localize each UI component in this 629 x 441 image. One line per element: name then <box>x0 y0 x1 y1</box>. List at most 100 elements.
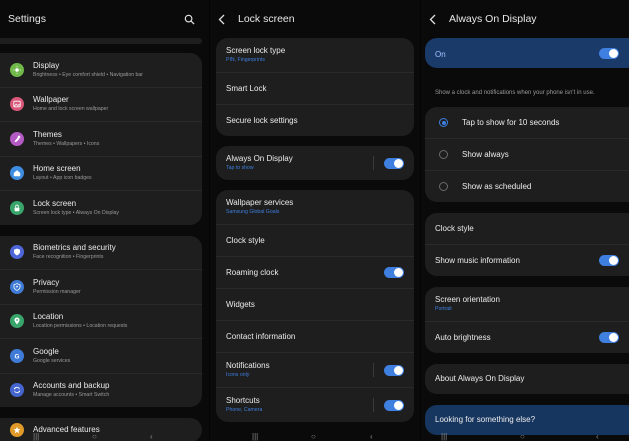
lock-item-texts: Screen lock type PIN, Fingerprints <box>226 46 404 64</box>
back-arrow-icon[interactable] <box>218 13 230 25</box>
sun-icon <box>10 62 24 77</box>
aod-options-card: Tap to show for 10 seconds Show always Sho… <box>425 107 629 202</box>
aod-item-clock-style[interactable]: Clock style <box>425 213 629 245</box>
radio-button[interactable] <box>439 182 448 191</box>
lock-item-texts: Widgets <box>226 300 404 310</box>
aod-item-auto-brightness[interactable]: Auto brightness <box>425 322 629 353</box>
lock-item-smart-lock[interactable]: Smart Lock <box>216 73 414 105</box>
home-nav-icon[interactable]: ○ <box>92 433 97 441</box>
settings-item-label: Lock screen <box>33 198 77 208</box>
aod-toggle[interactable] <box>599 47 619 59</box>
divider <box>373 398 374 412</box>
settings-item-texts: Google Google services <box>33 347 192 365</box>
back-nav-icon[interactable]: ‹ <box>596 433 599 441</box>
back-arrow-icon[interactable] <box>429 13 441 25</box>
settings-item-lock-screen[interactable]: Lock screen Screen lock type • Always On … <box>0 191 202 225</box>
aod-item-screen-orientation[interactable]: Screen orientation Portrait <box>425 287 629 322</box>
toggle-switch[interactable] <box>599 255 619 266</box>
google-icon: G <box>10 348 24 363</box>
privacy-icon <box>10 279 24 294</box>
aod-option[interactable]: Tap to show for 10 seconds <box>425 107 629 139</box>
settings-header: Settings <box>0 0 209 38</box>
back-nav-icon[interactable]: ‹ <box>150 433 153 441</box>
looking-label: Looking for something else? <box>435 415 536 424</box>
toggle-switch[interactable] <box>599 332 619 343</box>
toggle-switch[interactable] <box>384 267 404 278</box>
recents-icon[interactable]: ||| <box>441 433 447 441</box>
settings-item-texts: Privacy Permission manager <box>33 278 192 296</box>
lock-item-texts: Shortcuts Phone, Camera <box>226 396 373 414</box>
settings-item-privacy[interactable]: Privacy Permission manager <box>0 270 202 305</box>
radio-button[interactable] <box>439 118 448 127</box>
lock-item-label: Contact information <box>226 331 296 341</box>
settings-item-wallpaper[interactable]: Wallpaper Home and lock screen wallpaper <box>0 88 202 122</box>
settings-item-themes[interactable]: Themes Themes • Wallpapers • Icons <box>0 122 202 157</box>
aod-item-texts: Screen orientation Portrait <box>435 295 619 313</box>
settings-item-location[interactable]: Location Location permissions • Location … <box>0 305 202 339</box>
aod-option-texts: Show always <box>462 150 619 160</box>
lock-item-subtitle: PIN, Fingerprints <box>226 57 265 63</box>
settings-item-subtitle: Location permissions • Location requests <box>33 323 128 330</box>
lock-item-always-on-display[interactable]: Always On Display Tap to show <box>216 146 414 180</box>
back-nav-icon[interactable]: ‹ <box>370 433 373 441</box>
aod-item-show-music-information[interactable]: Show music information <box>425 245 629 276</box>
aod-on-label: On <box>435 50 446 59</box>
about-aod-label: About Always On Display <box>435 374 525 383</box>
lock-screen-header: Lock screen <box>210 0 420 38</box>
aod-clock-card: Clock style Show music information <box>425 213 629 276</box>
toggle-switch[interactable] <box>384 364 404 376</box>
aod-item-label: Clock style <box>435 223 474 233</box>
settings-item-google[interactable]: G Google Google services <box>0 339 202 374</box>
aod-option[interactable]: Show as scheduled <box>425 171 629 202</box>
recents-icon[interactable]: ||| <box>33 433 39 441</box>
lock-item-subtitle: Icons only <box>226 372 250 378</box>
settings-item-subtitle: Google services <box>33 357 71 364</box>
lock-item-contact-information[interactable]: Contact information <box>216 321 414 353</box>
settings-item-label: Home screen <box>33 164 81 174</box>
settings-item-subtitle: Brightness • Eye comfort shield • Naviga… <box>33 71 144 78</box>
looking-card[interactable]: Looking for something else? <box>425 405 629 435</box>
aod-option-label: Show always <box>462 149 509 159</box>
toggle-switch[interactable] <box>384 399 404 411</box>
lock-screen-card: Screen lock type PIN, Fingerprints Smart L… <box>216 38 414 136</box>
lock-icon <box>10 200 24 215</box>
settings-item-texts: Accounts and backup Manage accounts • Sma… <box>33 381 192 399</box>
page-title: Settings <box>8 13 46 25</box>
lock-item-notifications[interactable]: Notifications Icons only <box>216 353 414 388</box>
settings-item-subtitle: Layout • App icon badges <box>33 175 92 182</box>
settings-item-label: Wallpaper <box>33 95 69 105</box>
lock-item-texts: Always On Display Tap to show <box>226 154 373 172</box>
about-aod-item[interactable]: About Always On Display <box>425 364 629 394</box>
radio-button[interactable] <box>439 150 448 159</box>
home-icon <box>10 166 24 181</box>
lock-item-subtitle: Phone, Camera <box>226 407 263 413</box>
settings-item-display[interactable]: Display Brightness • Eye comfort shield •… <box>0 53 202 88</box>
aod-about-card[interactable]: About Always On Display <box>425 364 629 394</box>
settings-card: Display Brightness • Eye comfort shield •… <box>0 53 202 225</box>
recents-icon[interactable]: ||| <box>252 433 258 441</box>
aod-item-texts: Auto brightness <box>435 333 599 343</box>
lock-item-widgets[interactable]: Widgets <box>216 289 414 321</box>
aod-on-row: On <box>425 38 629 68</box>
search-icon[interactable] <box>184 12 195 30</box>
lock-item-clock-style[interactable]: Clock style <box>216 225 414 257</box>
page-title: Always On Display <box>449 13 537 25</box>
looking-item[interactable]: Looking for something else? <box>425 405 629 435</box>
home-nav-icon[interactable]: ○ <box>311 433 316 441</box>
home-nav-icon[interactable]: ○ <box>520 433 525 441</box>
settings-item-label: Accounts and backup <box>33 381 110 391</box>
settings-item-biometrics-and-security[interactable]: Biometrics and security Face recognition … <box>0 236 202 270</box>
lock-item-wallpaper-services[interactable]: Wallpaper services Samsung Global Goals <box>216 190 414 225</box>
lock-item-shortcuts[interactable]: Shortcuts Phone, Camera <box>216 388 414 422</box>
settings-item-accounts-and-backup[interactable]: Accounts and backup Manage accounts • Sma… <box>0 374 202 408</box>
settings-item-home-screen[interactable]: Home screen Layout • App icon badges <box>0 157 202 191</box>
aod-master-switch[interactable]: On <box>425 38 629 68</box>
lock-item-secure-lock-settings[interactable]: Secure lock settings <box>216 105 414 136</box>
toggle-switch[interactable] <box>384 157 404 169</box>
aod-option[interactable]: Show always <box>425 139 629 171</box>
lock-item-screen-lock-type[interactable]: Screen lock type PIN, Fingerprints <box>216 38 414 73</box>
settings-card-top <box>0 38 202 44</box>
aod-header: Always On Display <box>421 0 629 38</box>
aod-description: Show a clock and notifications when your… <box>435 90 595 96</box>
lock-item-roaming-clock[interactable]: Roaming clock <box>216 257 414 289</box>
